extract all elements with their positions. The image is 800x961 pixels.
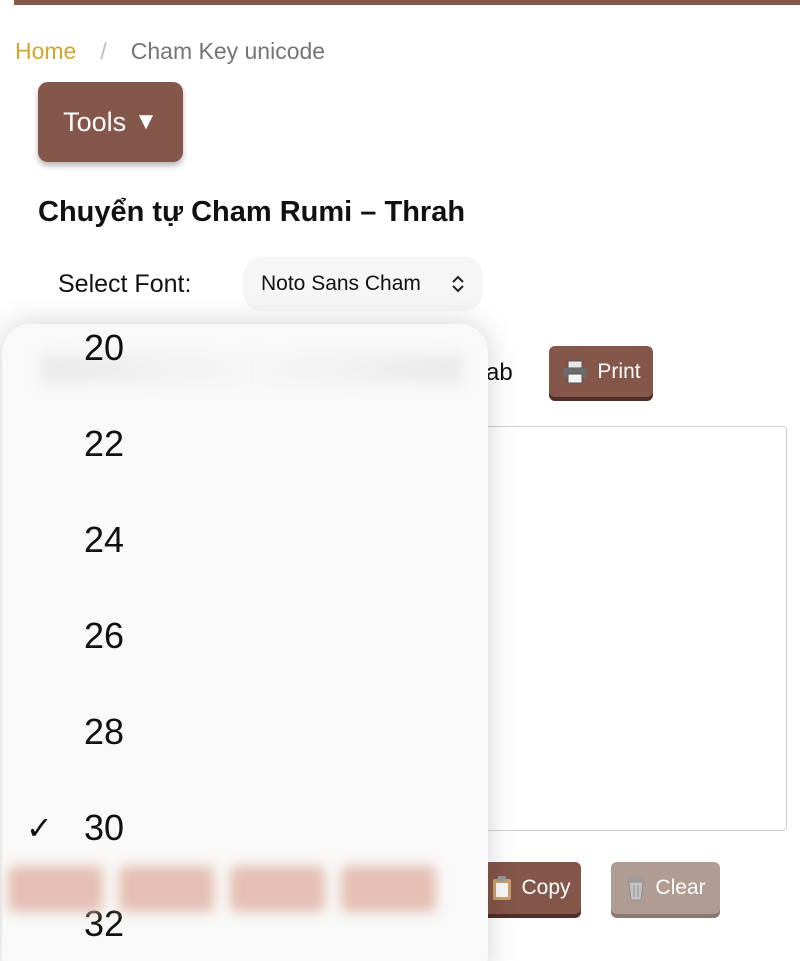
page-title: Chuyển tự Cham Rumi – Thrah [38, 196, 466, 228]
picker-option-value: 24 [84, 519, 125, 560]
breadcrumb-home-link[interactable]: Home [15, 38, 76, 65]
blurred-background-buttons [0, 858, 486, 920]
font-select[interactable]: Noto Sans Cham [243, 257, 483, 311]
clear-button[interactable]: Clear [611, 862, 720, 914]
breadcrumb: Home / Cham Key unicode [15, 38, 325, 65]
tools-dropdown-button[interactable]: Tools ▼ [38, 82, 183, 162]
breadcrumb-current: Cham Key unicode [130, 38, 326, 64]
font-select-value: Noto Sans Cham [261, 272, 421, 295]
input-mode-label-partial: ab [486, 359, 513, 386]
print-button[interactable]: Print [549, 346, 653, 397]
output-textarea[interactable] [470, 426, 787, 831]
blurred-shape [341, 866, 436, 912]
page: Home / Cham Key unicode Tools ▼ Chuyển t… [0, 0, 800, 961]
printer-icon [563, 360, 588, 383]
picker-option[interactable]: 22 [2, 414, 488, 474]
print-button-label: Print [597, 359, 641, 383]
caret-down-icon: ▼ [134, 108, 158, 135]
picker-option-selected[interactable]: ✓ 30 [2, 798, 488, 858]
trash-icon [627, 878, 646, 901]
updown-chevron-icon [452, 275, 464, 293]
copy-button-label: Copy [521, 876, 571, 899]
clipboard-icon [493, 876, 512, 900]
picker-option-value: 22 [84, 423, 125, 464]
font-select-label: Select Font: [58, 270, 192, 298]
picker-option-value: 28 [84, 711, 125, 752]
clear-button-label: Clear [655, 876, 706, 899]
picker-option-value: 26 [84, 615, 125, 656]
copy-button[interactable]: Copy [481, 862, 581, 914]
picker-option[interactable]: 20 [2, 324, 488, 378]
picker-option-value: 20 [84, 327, 125, 368]
blurred-shape [230, 866, 325, 912]
tools-button-label: Tools [63, 106, 127, 137]
breadcrumb-separator: / [100, 38, 107, 64]
picker-option[interactable]: 24 [2, 510, 488, 570]
top-accent-bar [14, 0, 800, 5]
blurred-shape [119, 866, 214, 912]
checkmark-icon: ✓ [26, 810, 53, 846]
picker-option-value: 30 [84, 807, 125, 848]
blurred-shape [8, 866, 103, 912]
picker-option[interactable]: 28 [2, 702, 488, 762]
picker-option[interactable]: 26 [2, 606, 488, 666]
